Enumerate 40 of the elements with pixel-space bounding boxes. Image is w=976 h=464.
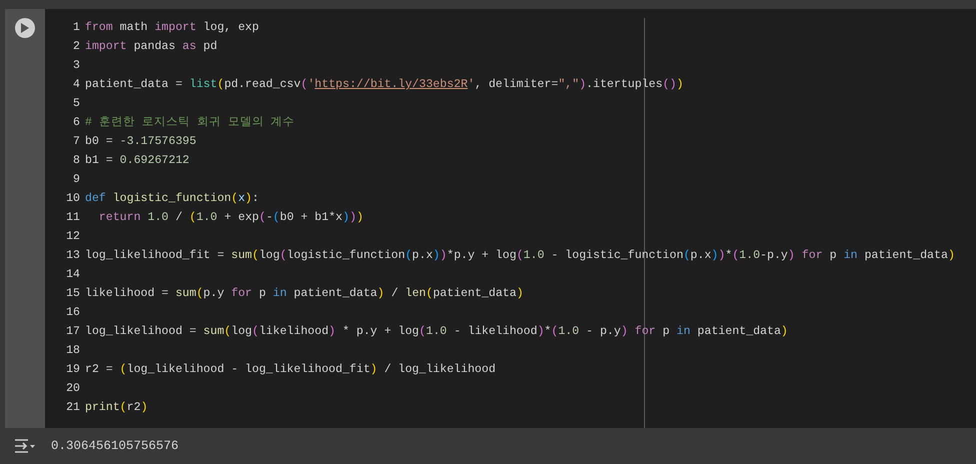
line-number: 20 [66, 382, 80, 395]
line-number: 17 [66, 325, 80, 338]
line-number: 18 [66, 344, 80, 357]
output-toggle-icon[interactable] [14, 438, 36, 454]
line-number: 16 [66, 306, 80, 319]
line-number: 14 [66, 268, 80, 281]
code-editor[interactable] [45, 9, 976, 428]
line-number: 8 [73, 154, 80, 167]
code-line: log_likelihood = sum(log(likelihood) * p.y + log(1.0 - likelihood)*(1.0 - p.y) for p in patient_data) [85, 324, 788, 340]
line-number: 6 [73, 116, 80, 129]
code-line: # 훈련한 로지스틱 회귀 모델의 계수 [85, 115, 295, 131]
line-number: 4 [73, 78, 80, 91]
url-link[interactable]: https://bit.ly/33ebs2R [314, 78, 468, 91]
code-line: import pandas as pd [85, 39, 218, 55]
code-line: b1 = 0.69267212 [85, 153, 190, 169]
output-text: 0.306456105756576 [51, 438, 179, 455]
line-number: 7 [73, 135, 80, 148]
line-number: 9 [73, 173, 80, 186]
line-number: 21 [66, 401, 80, 414]
code-line: from math import log, exp [85, 20, 259, 36]
code-line: def logistic_function(x): [85, 191, 259, 207]
code-line: b0 = -3.17576395 [85, 134, 196, 150]
line-number: 15 [66, 287, 80, 300]
line-number: 11 [66, 211, 80, 224]
play-icon [21, 23, 29, 33]
code-line: return 1.0 / (1.0 + exp(-(b0 + b1*x))) [98, 210, 364, 226]
code-line: likelihood = sum(p.y for p in patient_data) / len(patient_data) [85, 286, 524, 302]
code-line: patient_data = list(pd.read_csv('https://bit.ly/33ebs2R', delimiter=",").itertuples()) [85, 77, 684, 93]
code-line: print(r2) [85, 400, 148, 416]
line-number: 3 [73, 59, 80, 72]
line-number: 5 [73, 97, 80, 110]
line-number: 2 [73, 40, 80, 53]
line-number: 13 [66, 249, 80, 262]
run-cell-button[interactable] [15, 18, 35, 38]
code-line: r2 = (log_likelihood - log_likelihood_fit) / log_likelihood [85, 362, 496, 378]
line-number: 1 [73, 21, 80, 34]
line-number: 10 [66, 192, 80, 205]
code-line: log_likelihood_fit = sum(log(logistic_function(p.x))*p.y + log(1.0 - logistic_function(p.x))*(1.0-p.y) for p in patient_data) [85, 248, 955, 264]
line-number: 12 [66, 230, 80, 243]
line-number: 19 [66, 363, 80, 376]
